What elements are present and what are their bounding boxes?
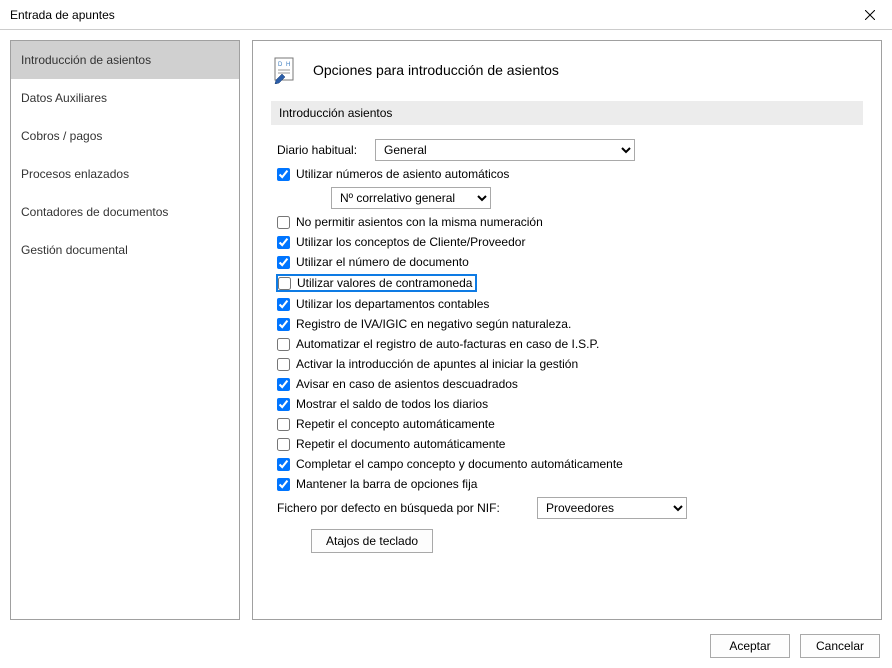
check-departamentos[interactable]	[277, 298, 290, 311]
fichero-label: Fichero por defecto en búsqueda por NIF:	[277, 501, 527, 515]
check-num-documento[interactable]	[277, 256, 290, 269]
sidebar-item-label: Procesos enlazados	[21, 167, 129, 181]
check-iva-igic[interactable]	[277, 318, 290, 331]
check-conceptos-cp-label: Utilizar los conceptos de Cliente/Provee…	[296, 235, 525, 249]
check-no-permitir[interactable]	[277, 216, 290, 229]
correlativo-select[interactable]: Nº correlativo general	[331, 187, 491, 209]
check-mantener-barra-label: Mantener la barra de opciones fija	[296, 477, 477, 491]
check-repetir-documento[interactable]	[277, 438, 290, 451]
check-avisar-descuadrados[interactable]	[277, 378, 290, 391]
sidebar-item-contadores-documentos[interactable]: Contadores de documentos	[11, 193, 239, 231]
accept-button[interactable]: Aceptar	[710, 634, 790, 658]
close-button[interactable]	[847, 0, 892, 30]
check-autofacturas[interactable]	[277, 338, 290, 351]
dialog-footer: Aceptar Cancelar	[0, 630, 892, 668]
svg-text:D: D	[278, 62, 283, 68]
diario-select[interactable]: General	[375, 139, 635, 161]
sidebar-item-label: Introducción de asientos	[21, 53, 151, 67]
sidebar-item-procesos-enlazados[interactable]: Procesos enlazados	[11, 155, 239, 193]
check-auto-numeros-label: Utilizar números de asiento automáticos	[296, 167, 509, 181]
sidebar-item-cobros-pagos[interactable]: Cobros / pagos	[11, 117, 239, 155]
check-departamentos-label: Utilizar los departamentos contables	[296, 297, 489, 311]
sidebar-item-introduccion[interactable]: Introducción de asientos	[11, 41, 239, 79]
sidebar-item-datos-auxiliares[interactable]: Datos Auxiliares	[11, 79, 239, 117]
check-mostrar-saldo-label: Mostrar el saldo de todos los diarios	[296, 397, 488, 411]
check-avisar-descuadrados-label: Avisar en caso de asientos descuadrados	[296, 377, 518, 391]
sidebar: Introducción de asientos Datos Auxiliare…	[10, 40, 240, 620]
check-activar-inicio[interactable]	[277, 358, 290, 371]
atajos-button[interactable]: Atajos de teclado	[311, 529, 433, 553]
check-repetir-documento-label: Repetir el documento automáticamente	[296, 437, 505, 451]
sidebar-item-label: Cobros / pagos	[21, 129, 102, 143]
check-completar-concepto[interactable]	[277, 458, 290, 471]
check-no-permitir-label: No permitir asientos con la misma numera…	[296, 215, 543, 229]
check-repetir-concepto-label: Repetir el concepto automáticamente	[296, 417, 495, 431]
cancel-button[interactable]: Cancelar	[800, 634, 880, 658]
check-autofacturas-label: Automatizar el registro de auto-facturas…	[296, 337, 599, 351]
title-bar: Entrada de apuntes	[0, 0, 892, 30]
svg-text:H: H	[286, 62, 290, 68]
check-iva-igic-label: Registro de IVA/IGIC en negativo según n…	[296, 317, 571, 331]
check-contramoneda-label: Utilizar valores de contramoneda	[297, 276, 472, 290]
fichero-select[interactable]: Proveedores	[537, 497, 687, 519]
header-icon: D H	[271, 55, 301, 85]
section-header: Introducción asientos	[271, 101, 863, 125]
check-repetir-concepto[interactable]	[277, 418, 290, 431]
diario-label: Diario habitual:	[277, 143, 365, 157]
check-completar-concepto-label: Completar el campo concepto y documento …	[296, 457, 623, 471]
sidebar-item-label: Datos Auxiliares	[21, 91, 107, 105]
check-num-documento-label: Utilizar el número de documento	[296, 255, 469, 269]
check-auto-numeros[interactable]	[277, 168, 290, 181]
close-icon	[865, 10, 875, 20]
window-title: Entrada de apuntes	[10, 8, 115, 22]
sidebar-item-label: Gestión documental	[21, 243, 128, 257]
check-mostrar-saldo[interactable]	[277, 398, 290, 411]
main-panel: D H Opciones para introducción de asient…	[252, 40, 882, 620]
page-title: Opciones para introducción de asientos	[313, 62, 559, 78]
check-contramoneda[interactable]	[278, 277, 291, 290]
sidebar-item-label: Contadores de documentos	[21, 205, 168, 219]
sidebar-item-gestion-documental[interactable]: Gestión documental	[11, 231, 239, 269]
check-mantener-barra[interactable]	[277, 478, 290, 491]
check-conceptos-cp[interactable]	[277, 236, 290, 249]
check-activar-inicio-label: Activar la introducción de apuntes al in…	[296, 357, 578, 371]
